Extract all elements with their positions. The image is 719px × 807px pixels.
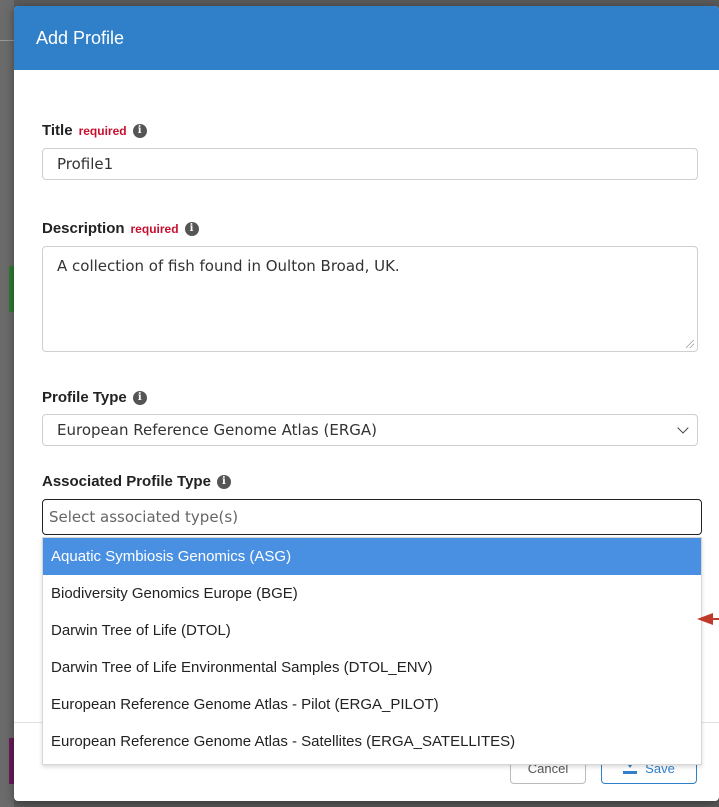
info-icon[interactable]: i [184, 221, 199, 236]
title-input[interactable]: Profile1 [42, 148, 698, 180]
dropdown-option[interactable]: European Reference Genome Atlas - Pilot … [43, 686, 701, 723]
dropdown-option[interactable]: Darwin Tree of Life (DTOL) [43, 612, 701, 649]
info-icon[interactable]: i [132, 390, 147, 405]
chevron-down-icon [677, 422, 689, 434]
title-required-text: required [78, 123, 127, 138]
description-required-text: required [130, 221, 179, 236]
associated-profile-type-dropdown: Aquatic Symbiosis Genomics (ASG) Biodive… [42, 537, 702, 765]
info-icon[interactable]: i [216, 474, 231, 489]
title-input-value: Profile1 [57, 155, 114, 173]
associated-profile-type-label: Associated Profile Type i [42, 473, 231, 490]
title-label: Title required i [42, 122, 147, 139]
profile-type-select[interactable]: European Reference Genome Atlas (ERGA) [42, 414, 698, 446]
associated-profile-type-label-text: Associated Profile Type [42, 473, 211, 490]
associated-profile-type-input[interactable]: Select associated type(s) [42, 499, 702, 535]
modal-header: Add Profile [14, 6, 719, 70]
profile-type-label-text: Profile Type [42, 389, 127, 406]
profile-type-label: Profile Type i [42, 389, 147, 406]
profile-type-value: European Reference Genome Atlas (ERGA) [57, 421, 377, 439]
dropdown-option[interactable]: Aquatic Symbiosis Genomics (ASG) [43, 538, 701, 575]
description-label-text: Description [42, 220, 125, 237]
info-icon[interactable]: i [132, 123, 147, 138]
dropdown-option[interactable]: Darwin Tree of Life Environmental Sample… [43, 649, 701, 686]
annotation-arrow-tail [711, 618, 719, 620]
dropdown-option[interactable]: Biodiversity Genomics Europe (BGE) [43, 575, 701, 612]
title-label-text: Title [42, 122, 73, 139]
associated-profile-type-placeholder: Select associated type(s) [49, 508, 239, 526]
background-page [0, 0, 14, 807]
modal-title: Add Profile [36, 27, 125, 48]
description-textarea[interactable]: A collection of fish found in Oulton Bro… [42, 246, 698, 352]
resize-grip-icon[interactable] [686, 340, 694, 348]
background-divider [0, 40, 14, 41]
description-label: Description required i [42, 220, 199, 237]
dropdown-option[interactable]: European Reference Genome Atlas - Satell… [43, 723, 701, 760]
add-profile-modal: Add Profile Title required i Profile1 De… [14, 6, 719, 801]
description-value: A collection of fish found in Oulton Bro… [57, 257, 400, 275]
